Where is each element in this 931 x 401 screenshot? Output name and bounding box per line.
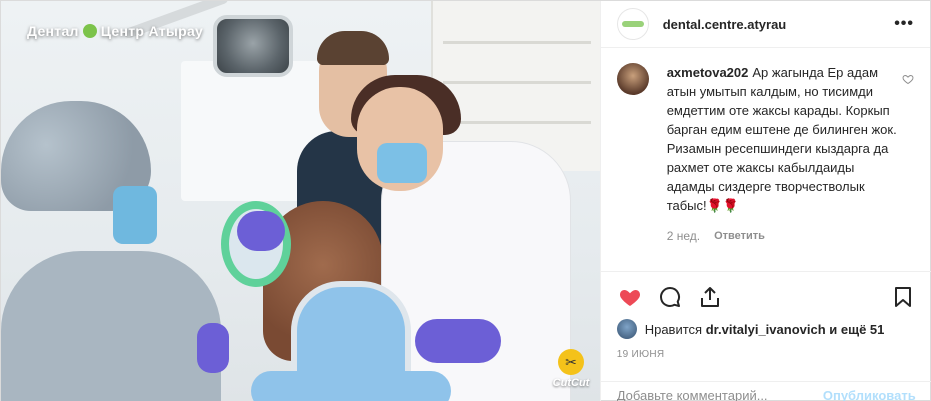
likes-prefix: Нравится	[644, 321, 703, 337]
likes-count[interactable]: и ещё 51	[829, 322, 884, 337]
watermark-text-left: Дентал	[27, 23, 79, 39]
glove	[197, 323, 229, 373]
publish-button[interactable]: Опубликовать	[823, 388, 916, 401]
comment-time[interactable]: 2 нед.	[667, 227, 700, 246]
brand-logo-icon	[621, 21, 644, 27]
comment-input[interactable]	[616, 388, 823, 401]
heart-icon[interactable]	[617, 284, 643, 310]
commenter-username[interactable]: axmetova202	[667, 65, 749, 80]
photo-watermark: Дентал Центр Атырау	[27, 23, 203, 39]
male-doctor-hair	[317, 31, 389, 65]
share-icon[interactable]	[697, 284, 723, 310]
dental-chair-base	[251, 371, 451, 401]
liker-username[interactable]: dr.vitalyi_ivanovich	[706, 322, 826, 337]
more-options-icon[interactable]: •••	[894, 15, 914, 33]
post-date[interactable]: 19 июня	[617, 349, 665, 360]
glove	[415, 319, 501, 363]
comment-item: axmetova202 Ар жагында Ер адам атын умыты…	[616, 63, 917, 246]
comment-text: Ар жагында Ер адам атын умытып калдым, н…	[666, 65, 897, 213]
scissors-icon: ✂	[558, 349, 584, 375]
account-username[interactable]: dental.centre.atyrau	[663, 17, 787, 32]
instagram-post: Дентал Центр Атырау ✂ CutCut dental.cent…	[0, 0, 931, 401]
apple-icon	[82, 24, 97, 38]
watermark-text-right: Центр Атырау	[100, 23, 204, 39]
action-bar	[600, 271, 931, 321]
post-sidebar: dental.centre.atyrau ••• axmetova202 Ар ж…	[599, 1, 931, 401]
comment-body: axmetova202 Ар жагында Ер адам атын умыты…	[667, 63, 897, 246]
comment-heart-icon[interactable]	[902, 73, 914, 85]
bookmark-icon[interactable]	[890, 284, 916, 310]
assistant-mask	[113, 186, 157, 244]
post-header: dental.centre.atyrau •••	[600, 1, 930, 48]
liker-avatar[interactable]	[616, 319, 637, 339]
post-photo[interactable]: Дентал Центр Атырау ✂ CutCut	[1, 1, 600, 401]
account-avatar[interactable]	[616, 8, 649, 40]
add-comment-bar: Опубликовать	[600, 381, 931, 401]
commenter-avatar[interactable]	[616, 63, 649, 95]
editor-name: CutCut	[552, 377, 590, 389]
editor-watermark: ✂ CutCut	[549, 349, 593, 393]
comment-bubble-icon[interactable]	[657, 284, 683, 310]
female-doctor-mask	[377, 143, 427, 183]
comment-meta: 2 нед. Ответить	[667, 227, 897, 246]
likes-summary: Нравится dr.vitalyi_ivanovich и ещё 51	[616, 319, 884, 339]
reply-button[interactable]: Ответить	[714, 227, 765, 246]
glove	[237, 211, 285, 251]
assistant-figure	[1, 251, 221, 401]
dental-lamp	[213, 15, 293, 77]
